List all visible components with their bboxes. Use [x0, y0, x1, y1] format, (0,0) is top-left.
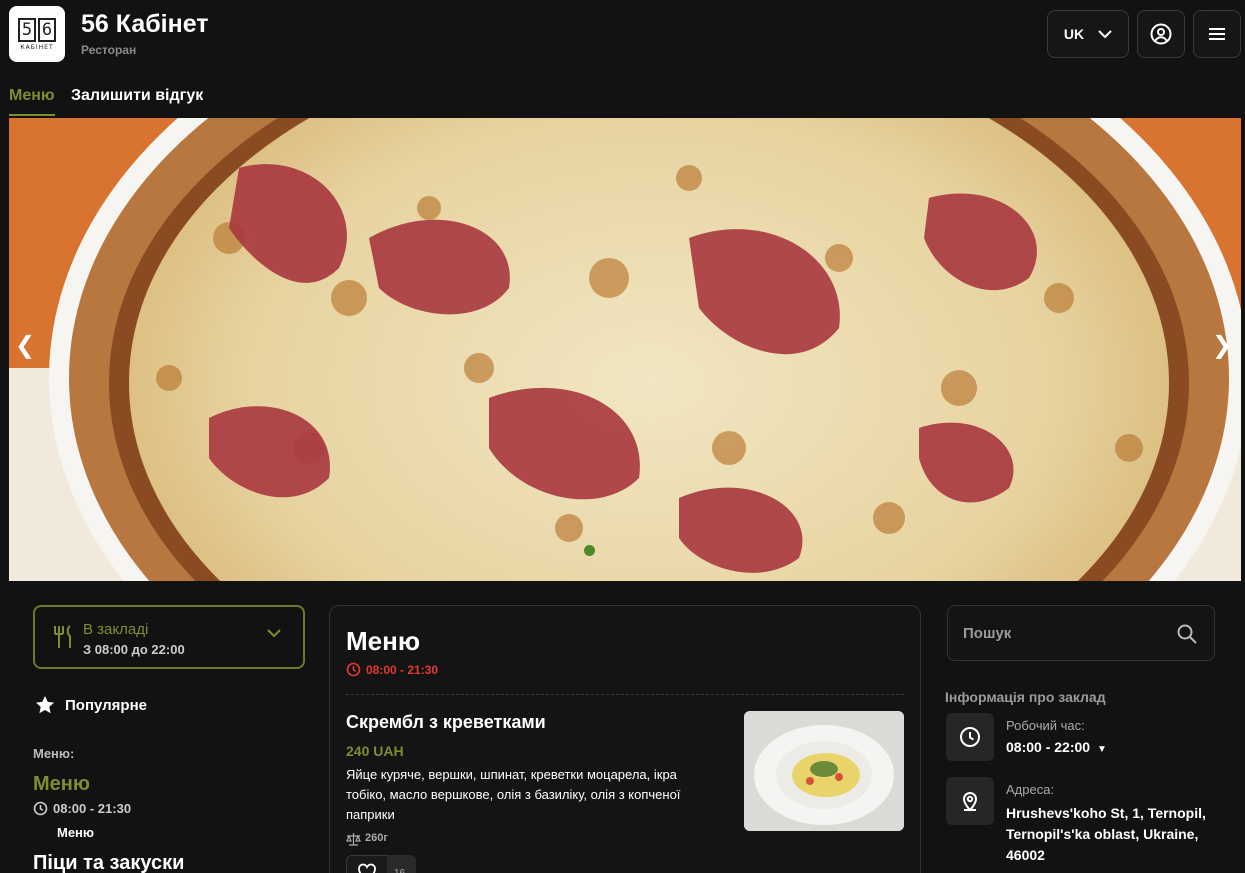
hamburger-icon [1209, 28, 1225, 40]
address-value[interactable]: Hrushevs'koho St, 1, Ternopil, Ternopil'… [1006, 803, 1216, 866]
divider [346, 694, 904, 695]
heart-icon[interactable] [357, 863, 377, 873]
hours-dropdown[interactable]: 08:00 - 22:00 ▼ [1006, 739, 1107, 755]
clock-icon [346, 662, 361, 677]
sidebar-submenu-item[interactable]: Меню [57, 825, 94, 840]
restaurant-name: 56 Кабінет [81, 10, 209, 38]
dish-price: 240 UAH [346, 743, 404, 759]
app-header: 5 6 КАБІНЕТ 56 Кабінет Ресторан UK Меню … [0, 0, 1245, 118]
hours-label: Робочий час: [1006, 718, 1085, 733]
account-button[interactable] [1137, 10, 1185, 58]
hours-icon-box [946, 713, 994, 761]
menu-title: Меню [346, 626, 421, 656]
menu-hours: 08:00 - 21:30 [366, 663, 439, 677]
dining-option-title: В закладі [83, 621, 149, 638]
carousel-dot-active[interactable] [584, 545, 595, 556]
logo-digit: 5 [18, 17, 36, 42]
address-icon-box [946, 777, 994, 825]
dish-weight: 260г [365, 832, 388, 844]
logo-digits: 5 6 [18, 17, 56, 42]
hours-value: 08:00 - 22:00 [1006, 739, 1091, 755]
language-selector[interactable]: UK [1047, 10, 1129, 58]
sidebar-category-link[interactable]: Піци та закуски [33, 852, 184, 873]
restaurant-logo[interactable]: 5 6 КАБІНЕТ [9, 6, 65, 62]
star-icon [36, 696, 54, 714]
sidebar-menu-link[interactable]: Меню [33, 773, 90, 796]
caret-down-icon: ▼ [1096, 744, 1107, 755]
address-label: Адреса: [1006, 782, 1055, 797]
hamburger-menu-button[interactable] [1193, 10, 1241, 58]
chevron-down-icon [267, 629, 281, 638]
chevron-down-icon [1098, 29, 1112, 38]
dish-description: Яйце куряче, вершки, шпинат, креветки мо… [346, 767, 681, 822]
sidebar-menu-hours: 08:00 - 21:30 [53, 801, 132, 816]
dish-image [744, 711, 904, 831]
dish-photo[interactable] [744, 711, 904, 831]
logo-caption: КАБІНЕТ [20, 43, 54, 51]
fork-knife-icon [54, 625, 71, 648]
hero-carousel[interactable]: ❮ ❯ [9, 118, 1241, 581]
logo-digit: 6 [38, 17, 56, 42]
dish-name[interactable]: Скрембл з креветками [346, 712, 546, 733]
chevron-left-icon[interactable]: ❮ [15, 331, 35, 360]
search-icon[interactable] [1176, 623, 1198, 645]
like-count: 16 [387, 855, 416, 873]
menu-section-label: Меню: [33, 746, 75, 761]
search-input[interactable] [963, 620, 1163, 646]
clock-icon [33, 801, 48, 816]
dining-option-hours: З 08:00 до 22:00 [83, 642, 185, 657]
scale-icon [346, 833, 361, 846]
pizza-photo [9, 118, 1241, 581]
restaurant-type: Ресторан [81, 43, 137, 57]
language-code: UK [1063, 26, 1085, 42]
tab-menu[interactable]: Меню [9, 87, 55, 105]
chevron-right-icon[interactable]: ❯ [1212, 331, 1232, 360]
info-section-title: Інформація про заклад [945, 689, 1106, 705]
user-icon [1150, 23, 1172, 45]
popular-link[interactable]: Популярне [65, 697, 147, 714]
tab-leave-review[interactable]: Залишити відгук [71, 87, 203, 105]
map-pin-icon [962, 792, 978, 812]
clock-icon [960, 727, 980, 747]
active-tab-indicator [9, 114, 55, 116]
